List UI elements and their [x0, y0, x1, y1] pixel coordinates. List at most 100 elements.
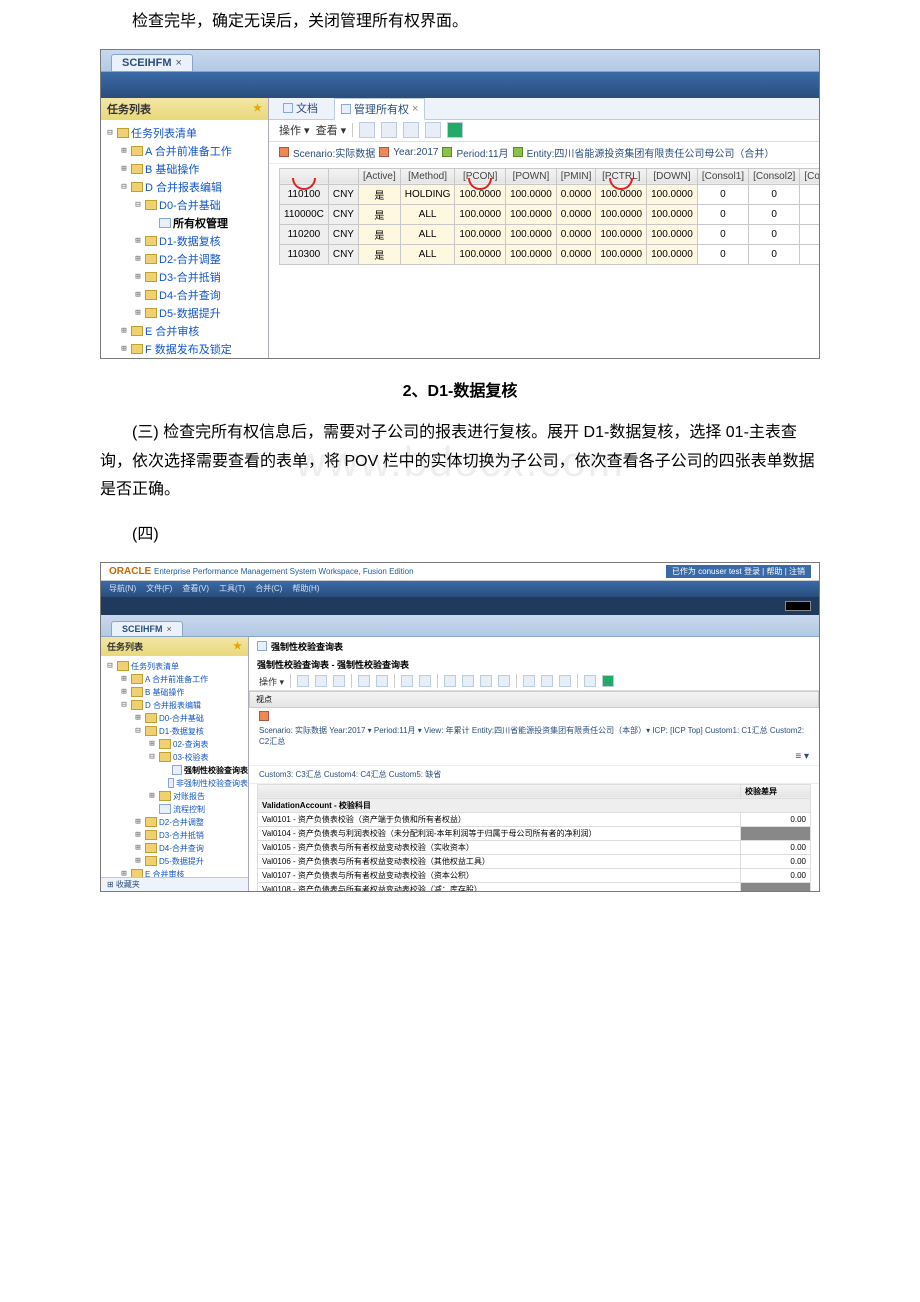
menu-item[interactable]: 导航(N) [109, 583, 136, 594]
tree-toggle-icon[interactable]: ⊞ [133, 713, 143, 723]
toolbar-button[interactable] [403, 122, 419, 138]
tree-item[interactable]: ⊞A 合并前准备工作 [105, 673, 248, 686]
toolbar-button[interactable] [359, 122, 375, 138]
menu-item[interactable]: 合并(C) [255, 583, 282, 594]
grid-cell[interactable]: 110200 [280, 224, 329, 244]
star-icon[interactable]: ★ [233, 641, 242, 652]
view-menu[interactable]: 查看 ▾ [316, 122, 347, 138]
tree-item[interactable]: ⊞D5-数据提升 [105, 855, 248, 868]
grid-cell[interactable]: 110300 [280, 244, 329, 264]
grid-cell[interactable]: 100.0000 [647, 244, 698, 264]
tree-item[interactable]: ⊞D4-合并查询 [105, 286, 268, 304]
pov-line2[interactable]: Custom3: C3汇总 Custom4: C4汇总 Custom5: 缺省 [259, 769, 441, 780]
column-header[interactable] [328, 168, 358, 184]
star-icon[interactable]: ★ [253, 103, 262, 114]
toolbar-button[interactable] [444, 675, 456, 687]
tree-toggle-icon[interactable]: ⊟ [105, 128, 115, 138]
tree-item[interactable]: 强制性校验查询表 [105, 764, 248, 777]
tree-item[interactable]: ⊞A 合并前准备工作 [105, 142, 268, 160]
toolbar-button[interactable] [376, 675, 388, 687]
grid-cell[interactable]: 0 [800, 244, 819, 264]
toolbar-button[interactable] [462, 675, 474, 687]
close-icon[interactable]: × [176, 57, 182, 69]
toolbar-button[interactable] [602, 675, 614, 687]
tree-item[interactable]: ⊞B 基础操作 [105, 160, 268, 178]
grid-cell[interactable]: CNY [328, 204, 358, 224]
grid-cell[interactable]: 100.0000 [647, 184, 698, 204]
grid-cell[interactable]: 100.0000 [506, 224, 557, 244]
menu-item[interactable]: 文件(F) [146, 583, 172, 594]
favorites-bar[interactable]: ⊞ 收藏夹 [101, 877, 248, 891]
close-icon[interactable]: × [167, 624, 172, 634]
grid-cell[interactable]: CNY [328, 244, 358, 264]
grid-cell[interactable]: 110000C [280, 204, 329, 224]
column-header[interactable]: [Consol1] [697, 168, 748, 184]
pov-period[interactable]: Period:11月 [456, 145, 508, 160]
hamburger-menu[interactable]: ≡ ▾ [795, 751, 809, 762]
tree-item[interactable]: 流程控制 [105, 803, 248, 816]
grid-cell[interactable]: HOLDING [400, 184, 455, 204]
grid-cell[interactable]: 0 [749, 224, 800, 244]
tree-item[interactable]: ⊞02-查询表 [105, 738, 248, 751]
grid-cell[interactable]: 0 [697, 224, 748, 244]
grid-cell[interactable]: CNY [328, 184, 358, 204]
tree-toggle-icon[interactable]: ⊞ [133, 856, 143, 866]
toolbar-button[interactable] [358, 675, 370, 687]
column-header[interactable]: [PCON] [455, 168, 506, 184]
action-menu[interactable]: 操作 ▾ [279, 122, 310, 138]
grid-cell[interactable]: 0 [749, 204, 800, 224]
grid-cell[interactable]: 100.0000 [647, 204, 698, 224]
menu-item[interactable]: 工具(T) [219, 583, 245, 594]
grid-cell[interactable]: 0.0000 [556, 184, 596, 204]
tree-item[interactable]: ⊟D0-合并基础 [105, 196, 268, 214]
tree-item[interactable]: ⊞E 合并审核 [105, 868, 248, 877]
pov-line1[interactable]: Scenario: 实际数据 Year:2017 ▾ Period:11月 ▾ … [259, 725, 809, 747]
toolbar-button[interactable] [425, 122, 441, 138]
tree-toggle-icon[interactable]: ⊟ [147, 752, 157, 762]
grid-cell[interactable]: 100.0000 [506, 204, 557, 224]
validation-label[interactable]: Val0101 - 资产负债表校验（资产端于负债和所有者权益） [258, 812, 741, 826]
toolbar-button[interactable] [541, 675, 553, 687]
grid-cell[interactable]: 0 [800, 184, 819, 204]
grid-cell[interactable]: 0 [749, 184, 800, 204]
doc-tab[interactable]: 管理所有权× [334, 98, 425, 120]
tree-toggle-icon[interactable]: ⊞ [133, 830, 143, 840]
grid-cell[interactable]: 0 [800, 224, 819, 244]
tree-toggle-icon[interactable]: ⊟ [133, 726, 143, 736]
tree-toggle-icon[interactable]: ⊞ [119, 344, 129, 354]
grid-cell[interactable]: 0.0000 [556, 204, 596, 224]
grid-cell[interactable]: 100.0000 [596, 244, 647, 264]
grid-cell[interactable]: 0 [697, 184, 748, 204]
column-header[interactable]: [Consol3] [800, 168, 819, 184]
tree-item[interactable]: ⊞D3-合并抵销 [105, 829, 248, 842]
tree-toggle-icon[interactable]: ⊟ [105, 661, 115, 671]
tree-toggle-icon[interactable]: ⊞ [147, 739, 157, 749]
tree-toggle-icon[interactable]: ⊞ [133, 817, 143, 827]
tree-item[interactable]: ⊟03-校验表 [105, 751, 248, 764]
tree-toggle-icon[interactable]: ⊞ [133, 290, 143, 300]
menu-item[interactable]: 查看(V) [182, 583, 209, 594]
column-header[interactable]: [Active] [358, 168, 400, 184]
tree-item[interactable]: ⊞D1-数据复核 [105, 232, 268, 250]
toolbar-button[interactable] [381, 122, 397, 138]
validation-label[interactable]: Val0104 - 资产负债表与利润表校验（未分配利润-本年利润等于归属于母公司… [258, 826, 741, 840]
grid-cell[interactable]: ALL [400, 224, 455, 244]
validation-label[interactable]: Val0106 - 资产负债表与所有者权益变动表校验（其他权益工具） [258, 854, 741, 868]
tree-item[interactable]: ⊞B 基础操作 [105, 686, 248, 699]
tree-item[interactable]: 所有权管理 [105, 214, 268, 232]
grid-cell[interactable]: 100.0000 [596, 204, 647, 224]
grid-cell[interactable]: 是 [358, 204, 400, 224]
toolbar-button[interactable] [498, 675, 510, 687]
grid-cell[interactable]: 100.0000 [506, 184, 557, 204]
grid-cell[interactable]: 0 [749, 244, 800, 264]
tree-item[interactable]: ⊟D 合并报表编辑 [105, 178, 268, 196]
tree-toggle-icon[interactable]: ⊞ [133, 272, 143, 282]
grid-cell[interactable]: 100.0000 [647, 224, 698, 244]
toolbar-button[interactable] [419, 675, 431, 687]
menu-item[interactable]: 帮助(H) [292, 583, 319, 594]
tree-item[interactable]: ⊞D4-合并查询 [105, 842, 248, 855]
tree-item[interactable]: ⊟任务列表清单 [105, 124, 268, 142]
validation-label[interactable]: Val0108 - 资产负债表与所有者权益变动表校验（减：库存股） [258, 882, 741, 891]
toolbar-button[interactable] [315, 675, 327, 687]
pov-year[interactable]: Year:2017 [393, 147, 438, 158]
